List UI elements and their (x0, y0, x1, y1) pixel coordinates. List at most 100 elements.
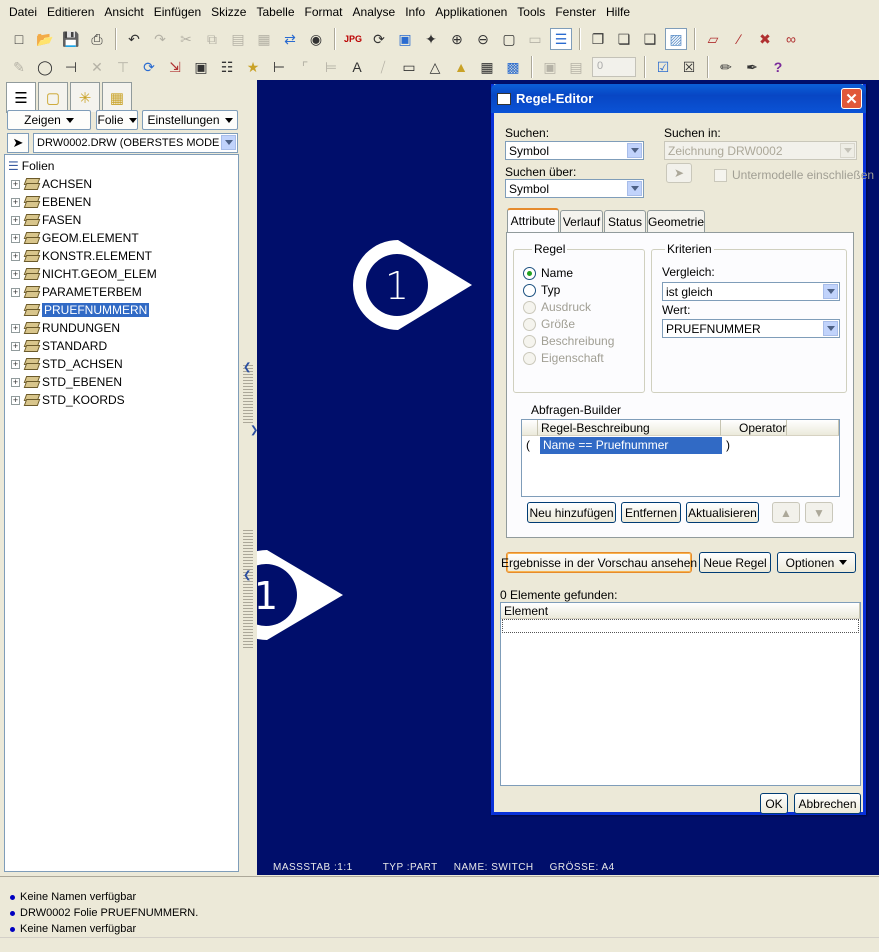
column-rule-description[interactable]: Regel-Beschreibung (538, 420, 721, 436)
layer-item-nicht-geom-elem[interactable]: + NICHT.GEOM_ELEM (11, 265, 157, 283)
repaint-icon[interactable]: ▣ (394, 28, 416, 50)
edit-icon[interactable]: ✏ (715, 56, 737, 78)
radio-button[interactable] (523, 283, 536, 297)
paste-icon[interactable]: ▤ (227, 28, 249, 50)
expand-icon[interactable]: + (11, 233, 20, 243)
menu-item-skizze[interactable]: Skizze (206, 0, 251, 24)
open-folder-icon[interactable]: 📂 (34, 28, 56, 50)
tab-model-tree[interactable]: ☰ (6, 82, 36, 113)
no-hidden-icon[interactable]: ❑ (639, 28, 661, 50)
select-confirm-icon[interactable]: ☑ (652, 56, 674, 78)
layer-item-std-achsen[interactable]: + STD_ACHSEN (11, 355, 123, 373)
coord-sys-icon[interactable]: ∞ (780, 28, 802, 50)
menu-item-tools[interactable]: Tools (512, 0, 550, 24)
cut-icon[interactable]: ✂ (175, 28, 197, 50)
rule-option-typ[interactable]: Typ (523, 283, 560, 297)
compare-select[interactable]: ist gleich (662, 282, 840, 301)
cancel-button[interactable]: Abbrechen (794, 793, 861, 814)
tab-folder[interactable]: ▢ (38, 82, 68, 112)
orient-icon[interactable]: ✦ (420, 28, 442, 50)
layers-icon[interactable]: ☰ (550, 28, 572, 50)
rule-option-gr-e[interactable]: Größe (523, 317, 575, 331)
refresh-icon[interactable]: ⟳ (138, 56, 160, 78)
copy-icon[interactable]: ⧉ (201, 28, 223, 50)
expand-icon[interactable]: + (11, 341, 20, 351)
layer-item-konstr-element[interactable]: + KONSTR.ELEMENT (11, 247, 152, 265)
results-focus-row[interactable] (502, 619, 859, 633)
menu-item-einf-gen[interactable]: Einfügen (149, 0, 206, 24)
highlight-icon[interactable]: ★ (242, 56, 264, 78)
radio-button[interactable] (523, 317, 536, 331)
collapse-left-icon[interactable]: ❮ (243, 570, 251, 581)
rule-option-ausdruck[interactable]: Ausdruck (523, 300, 591, 314)
menu-item-format[interactable]: Format (300, 0, 348, 24)
circle-icon[interactable]: ◯ (34, 56, 56, 78)
help-icon[interactable]: ? (767, 56, 789, 78)
tab-favorites[interactable]: ✳ (70, 82, 100, 112)
expand-icon[interactable]: + (11, 287, 20, 297)
rule-option-beschreibung[interactable]: Beschreibung (523, 334, 614, 348)
save-icon[interactable]: 💾 (60, 28, 82, 50)
layer-item-rundungen[interactable]: + RUNDUNGEN (11, 319, 120, 337)
menu-item-datei[interactable]: Datei (4, 0, 42, 24)
ordinate-icon[interactable]: ⌜ (294, 56, 316, 78)
search-in-select[interactable]: Zeichnung DRW0002 (664, 141, 857, 160)
spin-icon[interactable]: ⟳ (368, 28, 390, 50)
preview-results-button[interactable]: Ergebnisse in der Vorschau ansehen (501, 552, 697, 573)
expand-icon[interactable]: + (11, 197, 20, 207)
update-table-icon[interactable]: ▩ (502, 56, 524, 78)
paste-special-icon[interactable]: ▦ (253, 28, 275, 50)
expand-icon[interactable]: + (11, 215, 20, 225)
symbol-icon[interactable]: △ (424, 56, 446, 78)
ok-button[interactable]: OK (760, 793, 788, 814)
radio-button[interactable] (523, 266, 536, 280)
sheet-button[interactable]: Folie (96, 110, 138, 130)
layer-item-parameterbem[interactable]: + PARAMETERBEM (11, 283, 142, 301)
tab-geometry[interactable]: Geometrie (647, 210, 705, 232)
expand-icon[interactable]: + (11, 251, 20, 261)
pick-model-button[interactable]: ➤ (666, 163, 692, 183)
align-icon[interactable]: ⊨ (320, 56, 342, 78)
rule-option-eigenschaft[interactable]: Eigenschaft (523, 351, 604, 365)
trim-icon[interactable]: ⊤ (112, 56, 134, 78)
zoom-fit-icon[interactable]: ▢ (498, 28, 520, 50)
menu-item-info[interactable]: Info (400, 0, 430, 24)
layer-item-standard[interactable]: + STANDARD (11, 337, 107, 355)
delete-icon[interactable]: ✕ (86, 56, 108, 78)
submodels-checkbox[interactable] (714, 169, 727, 182)
panel-splitter[interactable]: ❮ ❯ ❮ (242, 80, 258, 875)
lock-icon[interactable]: ▣ (190, 56, 212, 78)
layer-item-achsen[interactable]: + ACHSEN (11, 175, 92, 193)
undo-icon[interactable]: ↶ (123, 28, 145, 50)
remove-button[interactable]: Entfernen (621, 502, 681, 523)
grid-icon[interactable]: ▦ (476, 56, 498, 78)
find-icon[interactable]: ◉ (305, 28, 327, 50)
add-button[interactable]: Neu hinzufügen (527, 502, 616, 523)
move-icon[interactable]: ⇲ (164, 56, 186, 78)
jpg-export-icon[interactable]: JPG (342, 28, 364, 50)
dimension-icon[interactable]: ⊢ (268, 56, 290, 78)
dialog-title-bar[interactable]: Regel-Editor ✕ (491, 84, 866, 113)
view-icon[interactable]: ▭ (524, 28, 546, 50)
text-icon[interactable]: A (346, 56, 368, 78)
expand-icon[interactable]: + (11, 179, 20, 189)
regenerate-icon[interactable]: ⇄ (279, 28, 301, 50)
balloon-icon[interactable]: ▲ (450, 56, 472, 78)
layer-item-std-ebenen[interactable]: + STD_EBENEN (11, 373, 122, 391)
tab-connections[interactable]: ▦ (102, 82, 132, 112)
update-button[interactable]: Aktualisieren (686, 502, 759, 523)
menu-item-editieren[interactable]: Editieren (42, 0, 99, 24)
datum-planes-icon[interactable]: ▱ (702, 28, 724, 50)
sketch-icon[interactable]: ✎ (8, 56, 30, 78)
menu-item-applikationen[interactable]: Applikationen (430, 0, 512, 24)
move-down-button[interactable]: ▼ (805, 502, 833, 523)
radio-button[interactable] (523, 351, 536, 365)
expand-icon[interactable]: + (11, 323, 20, 333)
shading-icon[interactable]: ▨ (665, 28, 687, 50)
rule-option-name[interactable]: Name (523, 266, 573, 280)
menu-item-analyse[interactable]: Analyse (348, 0, 401, 24)
tab-attribute[interactable]: Attribute (507, 208, 559, 232)
new-file-icon[interactable]: □ (8, 28, 30, 50)
layer-item-ebenen[interactable]: + EBENEN (11, 193, 91, 211)
menu-item-tabelle[interactable]: Tabelle (251, 0, 299, 24)
